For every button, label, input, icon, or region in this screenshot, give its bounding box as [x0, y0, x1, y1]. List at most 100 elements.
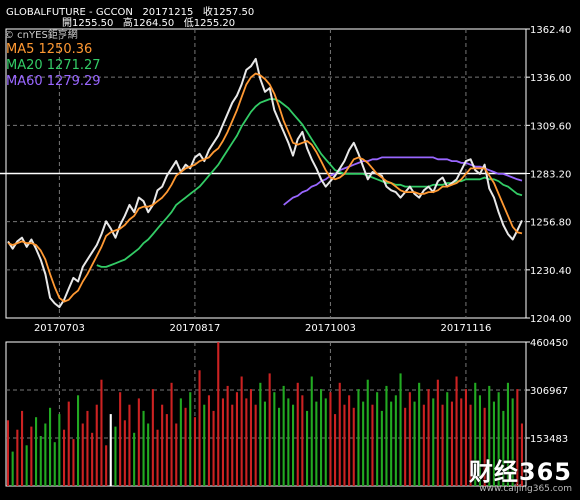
volume-bar — [455, 376, 458, 486]
price-y-tick-label: 1309.60 — [530, 121, 571, 132]
volume-bar — [418, 382, 421, 486]
volume-bar — [320, 389, 323, 486]
price-y-tick-label: 1283.20 — [530, 170, 571, 181]
volume-bar — [58, 414, 61, 486]
volume-bar — [35, 417, 38, 486]
volume-bar — [95, 404, 98, 486]
volume-bar — [193, 417, 196, 486]
volume-bar — [310, 376, 313, 486]
volume-bar — [287, 398, 290, 486]
volume-bar — [254, 404, 257, 486]
volume-bar — [184, 407, 187, 486]
volume-bar — [86, 410, 89, 486]
volume-bar — [226, 385, 229, 486]
volume-bar — [133, 432, 136, 486]
volume-bar — [53, 442, 56, 486]
volume-bar — [109, 414, 112, 486]
volume-y-tick-label: 306967 — [530, 386, 568, 397]
ma60-legend: MA60 1279.29 — [6, 74, 101, 89]
volume-bar — [240, 376, 243, 486]
volume-bar — [170, 382, 173, 486]
volume-bar — [81, 423, 84, 486]
volume-bar — [249, 389, 252, 486]
volume-bar — [156, 429, 159, 486]
volume-bar — [105, 445, 108, 486]
volume-y-tick-label: 460450 — [530, 338, 568, 349]
volume-bar — [278, 407, 281, 486]
volume-bar — [91, 432, 94, 486]
volume-bar — [6, 420, 9, 486]
volume-bar — [151, 389, 154, 486]
volume-bar — [413, 401, 416, 486]
volume-bar — [72, 439, 75, 486]
brand-logo: 财经365 www.caijing365.com — [469, 452, 572, 494]
volume-bar — [450, 401, 453, 486]
volume-bar — [161, 404, 164, 486]
volume-bar — [446, 392, 449, 486]
volume-bar — [217, 342, 220, 486]
volume-bar — [11, 451, 14, 486]
volume-bar — [235, 392, 238, 486]
volume-bar — [198, 370, 201, 486]
volume-bar — [399, 373, 402, 486]
volume-bar — [422, 404, 425, 486]
cnyes-watermark: © cnYES鉅亨網 — [4, 30, 78, 41]
volume-bar — [77, 395, 80, 486]
volume-bar — [39, 436, 42, 486]
volume-bar — [390, 401, 393, 486]
volume-bar — [203, 404, 206, 486]
volume-bar — [324, 398, 327, 486]
volume-bar — [376, 392, 379, 486]
volume-bar — [44, 423, 47, 486]
volume-bar — [404, 407, 407, 486]
volume-bar — [380, 410, 383, 486]
ma5-legend: MA5 1250.36 — [6, 42, 93, 57]
volume-bar — [128, 404, 131, 486]
volume-bar — [357, 389, 360, 486]
volume-bar — [165, 414, 168, 486]
volume-bar — [362, 401, 365, 486]
volume-bar — [282, 385, 285, 486]
volume-bar — [408, 392, 411, 486]
price-y-tick-label: 1362.40 — [530, 25, 571, 36]
volume-bar — [366, 379, 369, 486]
ma20-series-line — [96, 98, 523, 268]
volume-bar — [30, 426, 33, 486]
volume-bar — [100, 379, 103, 486]
volume-bar — [179, 398, 182, 486]
volume-bar — [263, 401, 266, 486]
volume-bar — [63, 429, 66, 486]
volume-bar — [207, 395, 210, 486]
volume-bar — [114, 426, 117, 486]
volume-bar — [49, 407, 52, 486]
volume-bar — [441, 404, 444, 486]
volume-bar — [432, 398, 435, 486]
volume-bar — [427, 389, 430, 486]
volume-bar — [16, 429, 19, 486]
ma5-series-line — [7, 72, 523, 303]
volume-bar — [142, 410, 145, 486]
price-y-tick-label: 1204.00 — [530, 314, 571, 325]
volume-bar — [137, 398, 140, 486]
volume-bar — [460, 398, 463, 486]
volume-bar — [212, 410, 215, 486]
volume-bar — [385, 385, 388, 486]
volume-bar — [315, 401, 318, 486]
x-tick-label: 20171116 — [440, 323, 491, 334]
volume-bar — [301, 395, 304, 486]
x-tick-label: 20170817 — [169, 323, 220, 334]
volume-bar — [436, 379, 439, 486]
volume-bar — [67, 401, 70, 486]
volume-bar — [259, 382, 262, 486]
brand-url: www.caijing365.com — [479, 484, 572, 494]
volume-y-tick-label: 153483 — [530, 434, 568, 445]
volume-bar — [268, 373, 271, 486]
price-y-tick-label: 1230.40 — [530, 266, 571, 277]
volume-bar — [21, 410, 24, 486]
volume-bar — [231, 404, 234, 486]
volume-bar — [119, 392, 122, 486]
volume-bar — [338, 382, 341, 486]
volume-bar — [464, 389, 467, 486]
volume-bar — [394, 395, 397, 486]
volume-bar — [306, 410, 309, 486]
